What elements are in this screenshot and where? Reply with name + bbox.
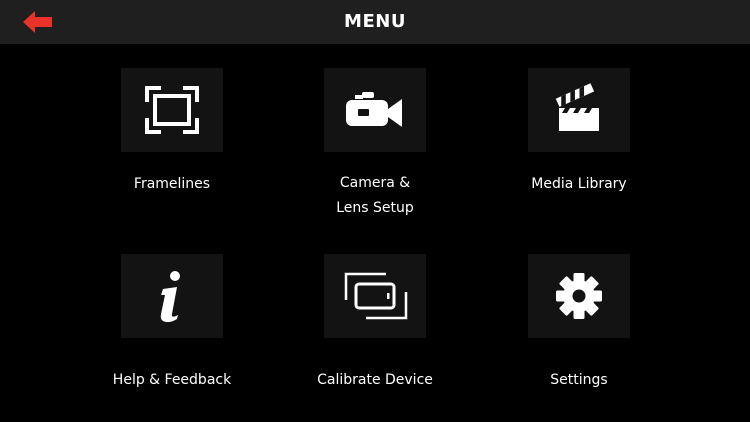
- menu-item-framelines[interactable]: Framelines: [70, 68, 274, 228]
- menu-item-label: Framelines: [133, 176, 211, 192]
- clapperboard-icon: [555, 83, 599, 131]
- menu-item-label: Camera & Lens Setup: [336, 175, 414, 216]
- menu-item-label: Help & Feedback: [112, 372, 232, 388]
- tile-icon-box: [324, 68, 426, 152]
- menu-screen: MENU Framelines Camera & Lens Setup Medi…: [0, 0, 750, 422]
- page-title: MENU: [344, 11, 406, 32]
- gear-icon: [556, 273, 602, 319]
- tile-icon-box: [121, 254, 223, 338]
- tile-icon-box: [528, 68, 630, 152]
- menu-item-settings[interactable]: Settings: [477, 254, 681, 414]
- tile-icon-box: [528, 254, 630, 338]
- tile-icon-box: [121, 68, 223, 152]
- menu-item-camera-lens-setup[interactable]: Camera & Lens Setup: [273, 68, 477, 228]
- frame-icon: [145, 86, 199, 134]
- menu-item-label: Calibrate Device: [317, 372, 433, 388]
- video-camera-icon: [346, 92, 402, 127]
- menu-item-label: Settings: [550, 372, 608, 388]
- menu-item-help-feedback[interactable]: Help & Feedback: [70, 254, 274, 414]
- menu-item-media-library[interactable]: Media Library: [477, 68, 681, 228]
- header-bar: MENU: [0, 0, 750, 44]
- calibrate-device-icon: [344, 272, 408, 320]
- menu-item-label: Media Library: [531, 176, 627, 192]
- menu-item-calibrate-device[interactable]: Calibrate Device: [273, 254, 477, 414]
- tile-icon-box: [324, 254, 426, 338]
- info-icon: [160, 271, 180, 323]
